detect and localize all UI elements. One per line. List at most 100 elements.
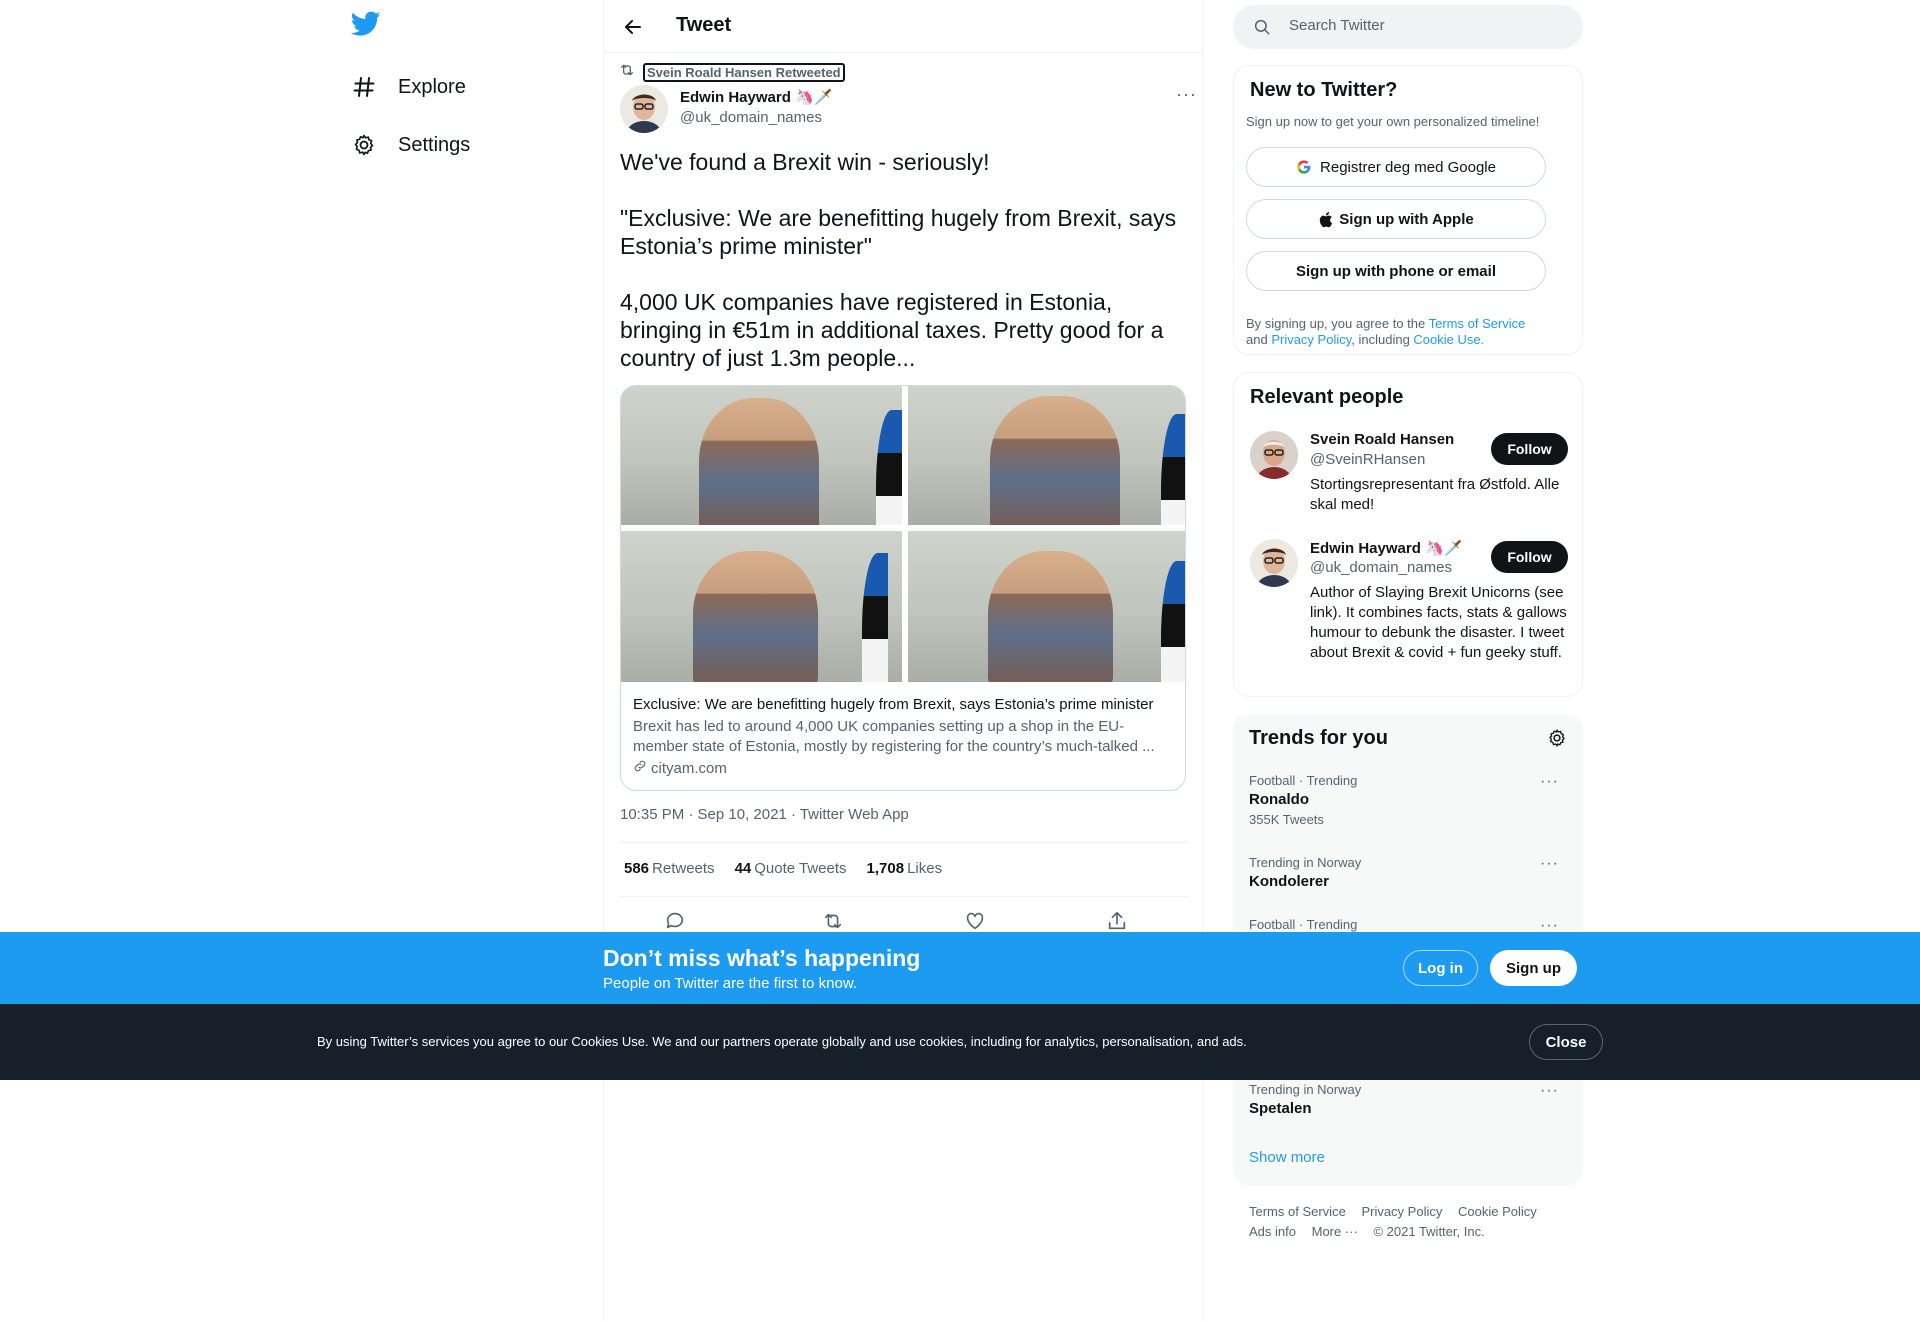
relevant-people-panel: Relevant people Svein Roald Hansen @Svei… (1233, 372, 1583, 697)
card-body: Exclusive: We are benefitting hugely fro… (633, 695, 1173, 777)
person-figure (699, 398, 819, 525)
page-header: Tweet (604, 0, 1204, 53)
like-icon[interactable] (964, 910, 988, 934)
tweet-paragraph: We've found a Brexit win - seriously! (620, 149, 990, 175)
show-more-link[interactable]: Show more (1249, 1149, 1325, 1166)
trend-item[interactable]: Trending in Norway Kondolerer ··· (1249, 855, 1567, 890)
trend-meta: Football · Trending (1249, 773, 1358, 788)
author-handle[interactable]: @uk_domain_names (680, 109, 822, 126)
tweet-stats: 586 Retweets 44 Quote Tweets 1,708 Likes (624, 860, 962, 877)
gear-icon (350, 131, 378, 159)
cookie-use-link[interactable]: Cookie Use. (1413, 332, 1484, 347)
new-to-twitter-panel: New to Twitter? Sign up now to get your … (1233, 65, 1583, 355)
panel-title: Relevant people (1250, 386, 1404, 408)
legal-text: and (1246, 332, 1272, 347)
trends-settings-icon[interactable] (1547, 728, 1567, 753)
hashtag-icon (350, 73, 378, 101)
footer-more-link[interactable]: More ··· (1312, 1224, 1358, 1239)
divider (620, 842, 1188, 843)
more-options-icon[interactable]: ··· (1540, 773, 1559, 791)
phone-signup-label: Sign up with phone or email (1295, 262, 1496, 280)
google-icon (1296, 159, 1312, 175)
tweet-text: We've found a Brexit win - seriously! "E… (620, 148, 1190, 400)
footer-links: Terms of Service Privacy Policy Cookie P… (1249, 1202, 1569, 1242)
panel-title: New to Twitter? (1250, 79, 1398, 101)
nav-label-explore: Explore (398, 75, 466, 98)
close-button[interactable]: Close (1529, 1024, 1603, 1060)
share-icon[interactable] (1106, 910, 1130, 934)
person-name[interactable]: Svein Roald Hansen (1310, 431, 1454, 448)
photo[interactable] (908, 386, 1185, 525)
footer-cookie-link[interactable]: Cookie Policy (1458, 1204, 1537, 1219)
card-domain-text: cityam.com (651, 759, 727, 777)
footer-copyright: © 2021 Twitter, Inc. (1373, 1224, 1485, 1239)
trend-meta: Football · Trending (1249, 917, 1358, 932)
signup-banner: Don’t miss what’s happening People on Tw… (0, 932, 1920, 1004)
link-icon (633, 759, 647, 777)
google-signup-button[interactable]: Registrer deg med Google (1246, 147, 1546, 187)
estonian-flag (1161, 414, 1185, 525)
cookie-text: By using Twitter’s services you agree to… (317, 1034, 1247, 1049)
likes-stat[interactable]: 1,708 Likes (867, 860, 943, 877)
retweet-icon[interactable] (822, 910, 846, 934)
phone-email-signup-button[interactable]: Sign up with phone or email (1246, 251, 1546, 291)
privacy-link[interactable]: Privacy Policy (1271, 332, 1351, 347)
trend-meta: Trending in Norway (1249, 1082, 1362, 1097)
person-name[interactable]: Edwin Hayward 🦄🗡️ (1310, 539, 1462, 557)
author-avatar[interactable] (620, 85, 668, 133)
trend-item[interactable]: Football · Trending ··· (1249, 917, 1567, 934)
avatar[interactable] (1250, 431, 1298, 479)
follow-button[interactable]: Follow (1491, 433, 1568, 465)
legal-text: By signing up, you agree to the (1246, 316, 1429, 331)
trend-name: Spetalen (1249, 1100, 1312, 1117)
nav-item-explore[interactable]: Explore (350, 67, 466, 107)
quote-tweets-stat[interactable]: 44 Quote Tweets (735, 860, 847, 877)
retweeted-by-link[interactable]: Svein Roald Hansen Retweeted (643, 63, 845, 82)
trend-item[interactable]: Trending in Norway Spetalen ··· (1249, 1082, 1567, 1117)
tweet-timestamp[interactable]: 10:35 PM · Sep 10, 2021 · Twitter Web Ap… (620, 806, 909, 823)
photo[interactable] (621, 531, 902, 682)
photo[interactable] (621, 386, 902, 525)
retweets-stat[interactable]: 586 Retweets (624, 860, 715, 877)
photo-grid (621, 386, 1185, 682)
more-options-icon[interactable]: ··· (1176, 84, 1197, 105)
twitter-logo-icon[interactable] (350, 11, 383, 43)
footer-terms-link[interactable]: Terms of Service (1249, 1204, 1346, 1219)
reply-icon[interactable] (664, 910, 688, 934)
signup-button[interactable]: Sign up (1490, 950, 1577, 986)
login-button[interactable]: Log in (1403, 950, 1478, 986)
search-input[interactable] (1289, 17, 1559, 34)
trend-meta: Trending in Norway (1249, 855, 1362, 870)
avatar[interactable] (1250, 539, 1298, 587)
card-title: Exclusive: We are benefitting hugely fro… (633, 696, 1154, 713)
person-bio: Author of Slaying Brexit Unicorns (see l… (1310, 584, 1567, 661)
google-signup-label: Registrer deg med Google (1320, 158, 1496, 176)
person-handle[interactable]: @uk_domain_names (1310, 559, 1452, 576)
more-options-icon[interactable]: ··· (1540, 1082, 1559, 1100)
nav-item-settings[interactable]: Settings (350, 125, 470, 165)
apple-signup-button[interactable]: Sign up with Apple (1246, 199, 1546, 239)
tweet-paragraph: 4,000 UK companies have registered in Es… (620, 289, 1164, 371)
footer-ads-link[interactable]: Ads info (1249, 1224, 1296, 1239)
apple-signup-label: Sign up with Apple (1339, 210, 1474, 228)
author-name[interactable]: Edwin Hayward 🦄🗡️ (680, 88, 832, 106)
link-card[interactable]: Exclusive: We are benefitting hugely fro… (620, 385, 1186, 791)
panel-title: Trends for you (1249, 727, 1388, 749)
divider (620, 896, 1188, 897)
panel-subtitle: Sign up now to get your own personalized… (1246, 114, 1540, 129)
photo[interactable] (908, 531, 1185, 682)
person-figure (693, 551, 818, 682)
back-arrow-icon[interactable] (618, 12, 648, 42)
banner-title: Don’t miss what’s happening (603, 945, 921, 971)
terms-link[interactable]: Terms of Service (1429, 316, 1526, 331)
search-box[interactable] (1233, 5, 1583, 49)
apple-icon (1318, 211, 1333, 228)
retweet-context: Svein Roald Hansen Retweeted (619, 62, 845, 83)
more-options-icon[interactable]: ··· (1540, 855, 1559, 873)
footer-privacy-link[interactable]: Privacy Policy (1361, 1204, 1442, 1219)
trend-item[interactable]: Football · Trending Ronaldo 355K Tweets … (1249, 773, 1567, 827)
person-handle[interactable]: @SveinRHansen (1310, 451, 1425, 468)
follow-button[interactable]: Follow (1491, 541, 1568, 573)
card-domain: cityam.com (633, 759, 1173, 777)
retweet-icon (619, 62, 635, 83)
